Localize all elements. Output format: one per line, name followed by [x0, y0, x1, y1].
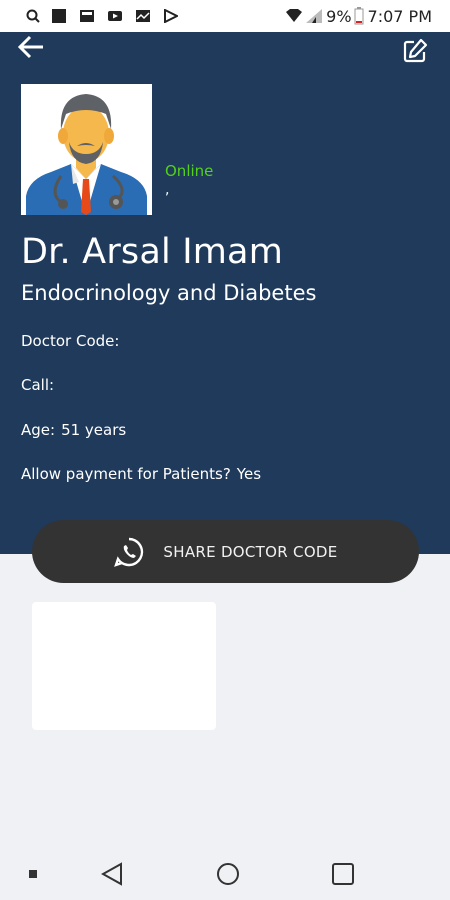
age-row: Age: 51 years: [21, 421, 126, 439]
doctor-profile-header: Online , Dr. Arsal Imam Endocrinology an…: [0, 32, 450, 554]
online-status: Online: [165, 162, 214, 180]
doctor-code-row: Doctor Code:: [21, 332, 125, 350]
arrow-left-icon: [17, 35, 43, 59]
nav-recents-button[interactable]: [329, 861, 357, 887]
battery-percent: 9%: [326, 6, 352, 26]
play-store-icon: [164, 9, 178, 23]
age-label: Age:: [21, 421, 56, 439]
call-label: Call:: [21, 376, 55, 394]
status-subtext: ,: [165, 182, 170, 198]
avatar: [21, 84, 152, 215]
payment-row: Allow payment for Patients? Yes: [21, 465, 261, 483]
nav-home-button[interactable]: [214, 861, 242, 887]
back-triangle-icon: [101, 862, 122, 886]
gallery-icon: [80, 10, 94, 22]
edit-button[interactable]: [398, 34, 432, 68]
back-button[interactable]: [14, 32, 48, 62]
share-button-label: SHARE DOCTOR CODE: [163, 542, 338, 561]
battery-icon: [354, 7, 364, 25]
nav-back-button[interactable]: [98, 861, 126, 887]
home-circle-icon: [217, 863, 239, 885]
share-doctor-code-button[interactable]: SHARE DOCTOR CODE: [32, 520, 419, 583]
dot-icon: [29, 870, 37, 878]
doctor-avatar-icon: [21, 84, 152, 215]
wifi-icon: [286, 9, 303, 22]
payment-value: Yes: [236, 465, 262, 483]
status-bar: 9% 7:07 PM: [0, 0, 450, 32]
signal-icon: [306, 9, 323, 23]
doctor-code-label: Doctor Code:: [21, 332, 120, 350]
whatsapp-icon: [114, 537, 144, 567]
nav-dot-button[interactable]: [26, 861, 40, 887]
photos-icon: [136, 10, 150, 22]
clock: 7:07 PM: [367, 6, 432, 26]
status-indicators: 9% 7:07 PM: [286, 6, 432, 26]
recents-square-icon: [332, 863, 354, 885]
doctor-name: Dr. Arsal Imam: [21, 232, 284, 272]
payment-label: Allow payment for Patients?: [21, 465, 231, 483]
search-icon: [26, 9, 40, 23]
call-row: Call:: [21, 376, 60, 394]
content-card: [32, 602, 216, 730]
app-square-icon: [52, 9, 66, 23]
edit-icon: [403, 38, 428, 63]
youtube-icon: [108, 11, 122, 21]
age-value: 51 years: [61, 421, 127, 439]
system-nav-bar: [0, 847, 450, 900]
doctor-specialty: Endocrinology and Diabetes: [21, 281, 317, 305]
